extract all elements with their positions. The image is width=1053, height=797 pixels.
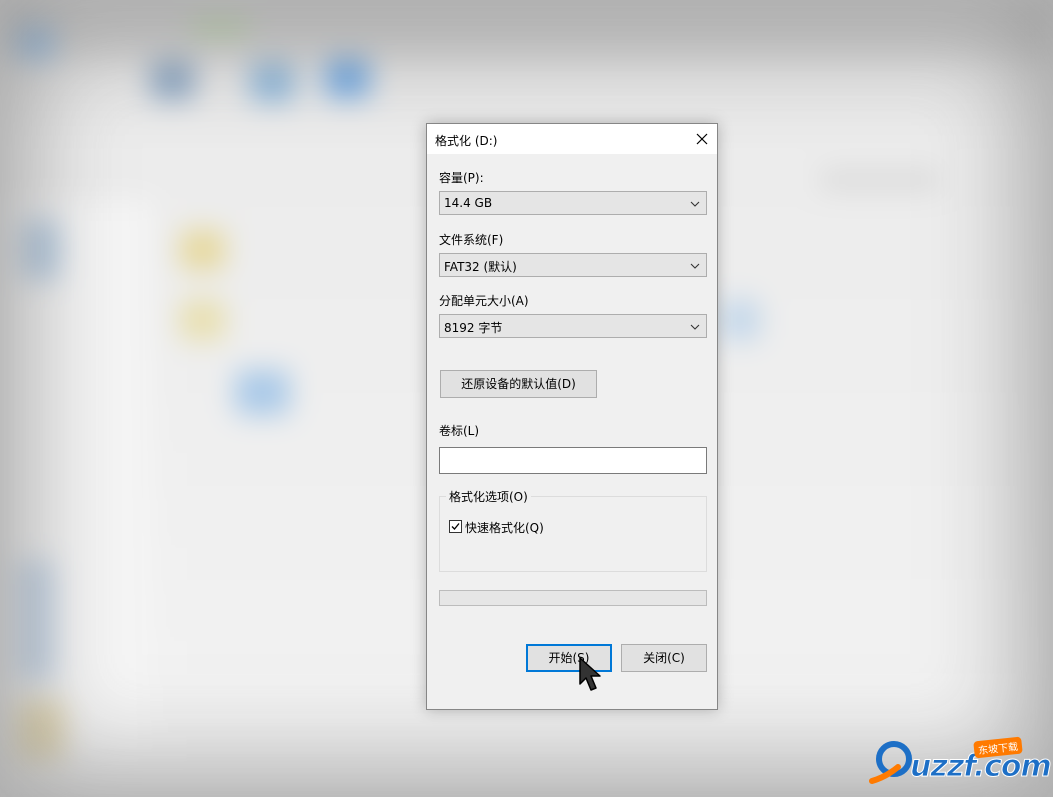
close-button[interactable]: 关闭(C) <box>621 644 707 672</box>
capacity-value: 14.4 GB <box>444 196 493 210</box>
site-watermark: uzzf.com 东坡下载 <box>868 733 1052 789</box>
quick-format-label[interactable]: 快速格式化(Q) <box>465 519 544 536</box>
close-window-button[interactable] <box>687 124 717 154</box>
volume-label-input[interactable] <box>439 447 707 474</box>
allocation-unit-label: 分配单元大小(A) <box>439 294 529 308</box>
dialog-title: 格式化 (D:) <box>435 134 498 148</box>
chevron-down-icon <box>690 324 700 330</box>
dialog-titlebar: 格式化 (D:) <box>427 124 717 154</box>
mouse-cursor-icon <box>579 657 601 691</box>
filesystem-value: FAT32 (默认) <box>444 260 517 274</box>
volume-label-label: 卷标(L) <box>439 424 480 438</box>
format-options-label: 格式化选项(O) <box>446 488 531 505</box>
chevron-down-icon <box>690 263 700 269</box>
quick-format-checkbox[interactable] <box>449 520 462 533</box>
capacity-select[interactable]: 14.4 GB <box>439 191 707 215</box>
restore-defaults-button[interactable]: 还原设备的默认值(D) <box>440 370 597 398</box>
format-progress-bar <box>439 590 707 606</box>
chevron-down-icon <box>690 201 700 207</box>
check-icon <box>451 523 460 530</box>
close-icon <box>696 133 708 145</box>
filesystem-select[interactable]: FAT32 (默认) <box>439 253 707 277</box>
filesystem-label: 文件系统(F) <box>439 233 504 247</box>
watermark-logo-icon <box>869 741 912 784</box>
allocation-unit-select[interactable]: 8192 字节 <box>439 314 707 338</box>
format-dialog: 格式化 (D:) 容量(P): 14.4 GB 文件系统(F) FAT32 (默… <box>426 123 718 710</box>
capacity-label: 容量(P): <box>439 171 484 185</box>
format-options-group: 格式化选项(O) 快速格式化(Q) <box>439 488 707 572</box>
allocation-unit-value: 8192 字节 <box>444 321 503 335</box>
